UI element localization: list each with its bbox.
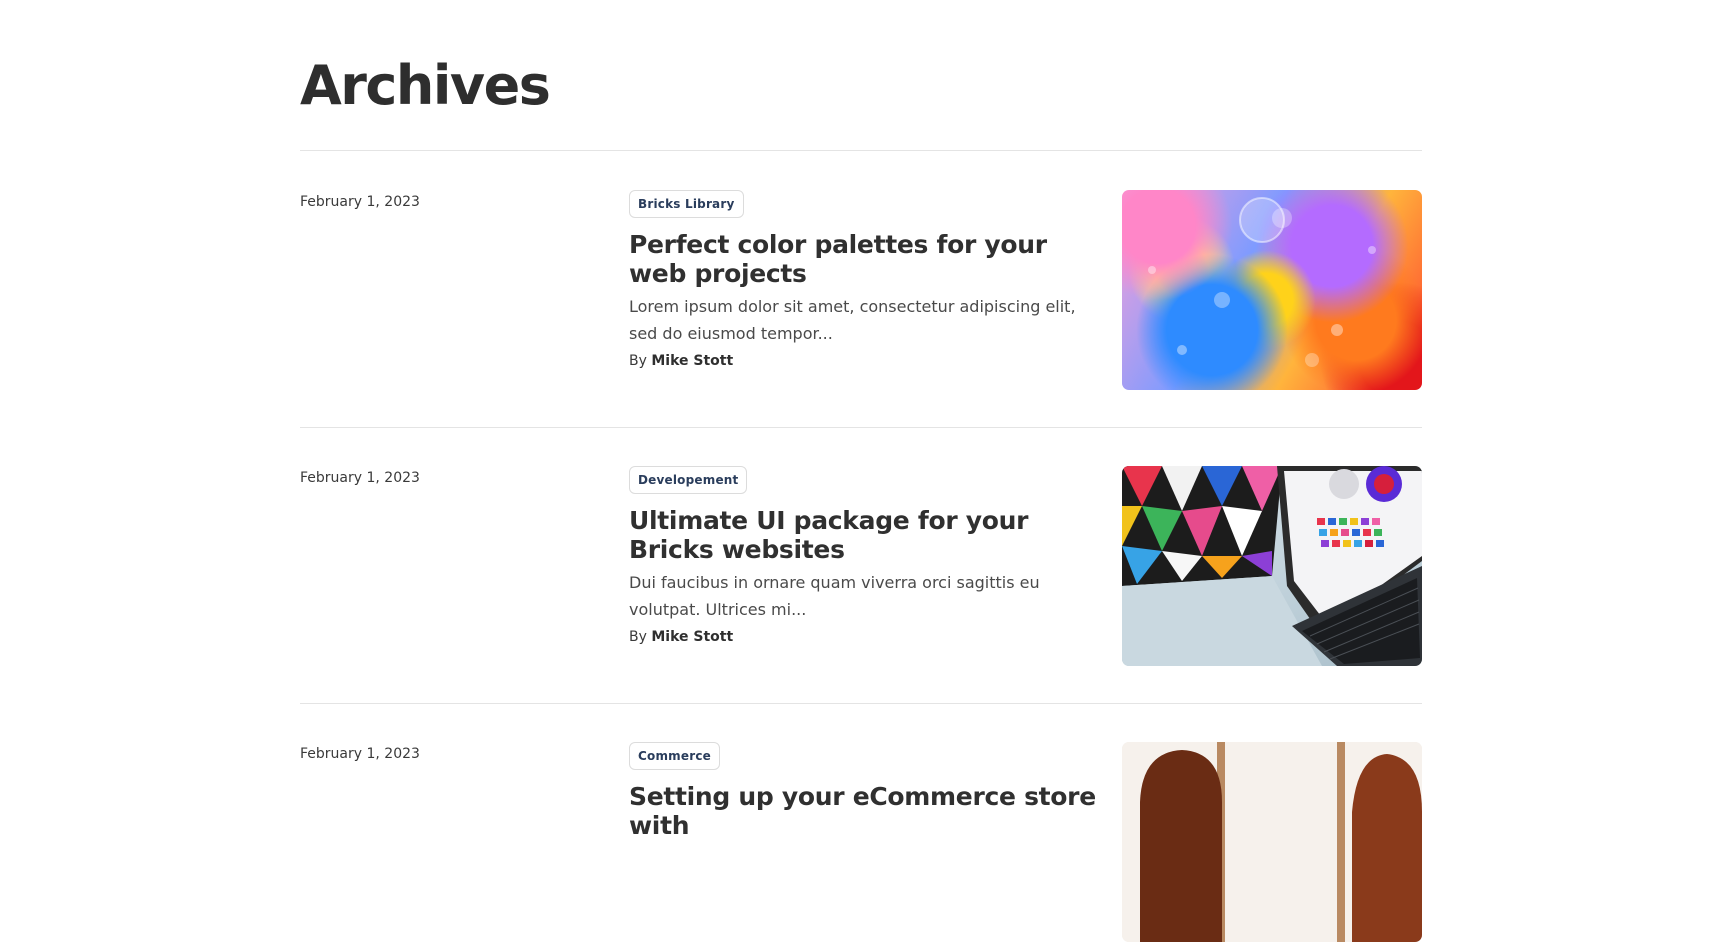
- post-date: February 1, 2023: [300, 194, 420, 210]
- laptop-image: [1122, 466, 1422, 666]
- author-name-link[interactable]: Mike Stott: [651, 629, 733, 645]
- post-excerpt: Dui faucibus in ornare quam viverra orci…: [629, 573, 1040, 619]
- post-content: Bricks Library Perfect color palettes fo…: [629, 190, 1099, 369]
- post-content: Commerce Setting up your eCommerce store…: [629, 742, 1099, 840]
- post-thumbnail[interactable]: [1122, 742, 1422, 942]
- commerce-image: [1122, 742, 1422, 942]
- post-author: By Mike Stott: [629, 353, 1099, 369]
- post-card: February 1, 2023 Bricks Library Perfect …: [300, 190, 1422, 390]
- bubbles-image: [1148, 197, 1376, 367]
- post-thumbnail[interactable]: [1122, 466, 1422, 666]
- divider: [300, 150, 1422, 151]
- post-title-link[interactable]: Perfect color palettes for your web proj…: [629, 230, 1099, 288]
- post-thumbnail[interactable]: [1122, 190, 1422, 390]
- post-date: February 1, 2023: [300, 746, 420, 762]
- author-prefix: By: [629, 353, 647, 369]
- post-author: By Mike Stott: [629, 629, 1099, 645]
- post-card: February 1, 2023 Commerce Setting up you…: [300, 742, 1422, 942]
- author-prefix: By: [629, 629, 647, 645]
- post-content: Developement Ultimate UI package for you…: [629, 466, 1099, 645]
- author-name-link[interactable]: Mike Stott: [651, 353, 733, 369]
- divider: [300, 703, 1422, 704]
- category-badge[interactable]: Bricks Library: [629, 190, 744, 218]
- post-date: February 1, 2023: [300, 470, 420, 486]
- post-card: February 1, 2023 Developement Ultimate U…: [300, 466, 1422, 666]
- category-badge[interactable]: Commerce: [629, 742, 720, 770]
- post-title-link[interactable]: Setting up your eCommerce store with: [629, 782, 1099, 840]
- page-title: Archives: [300, 54, 551, 117]
- post-title-link[interactable]: Ultimate UI package for your Bricks webs…: [629, 506, 1099, 564]
- post-excerpt: Lorem ipsum dolor sit amet, consectetur …: [629, 297, 1076, 343]
- divider: [300, 427, 1422, 428]
- category-badge[interactable]: Developement: [629, 466, 748, 494]
